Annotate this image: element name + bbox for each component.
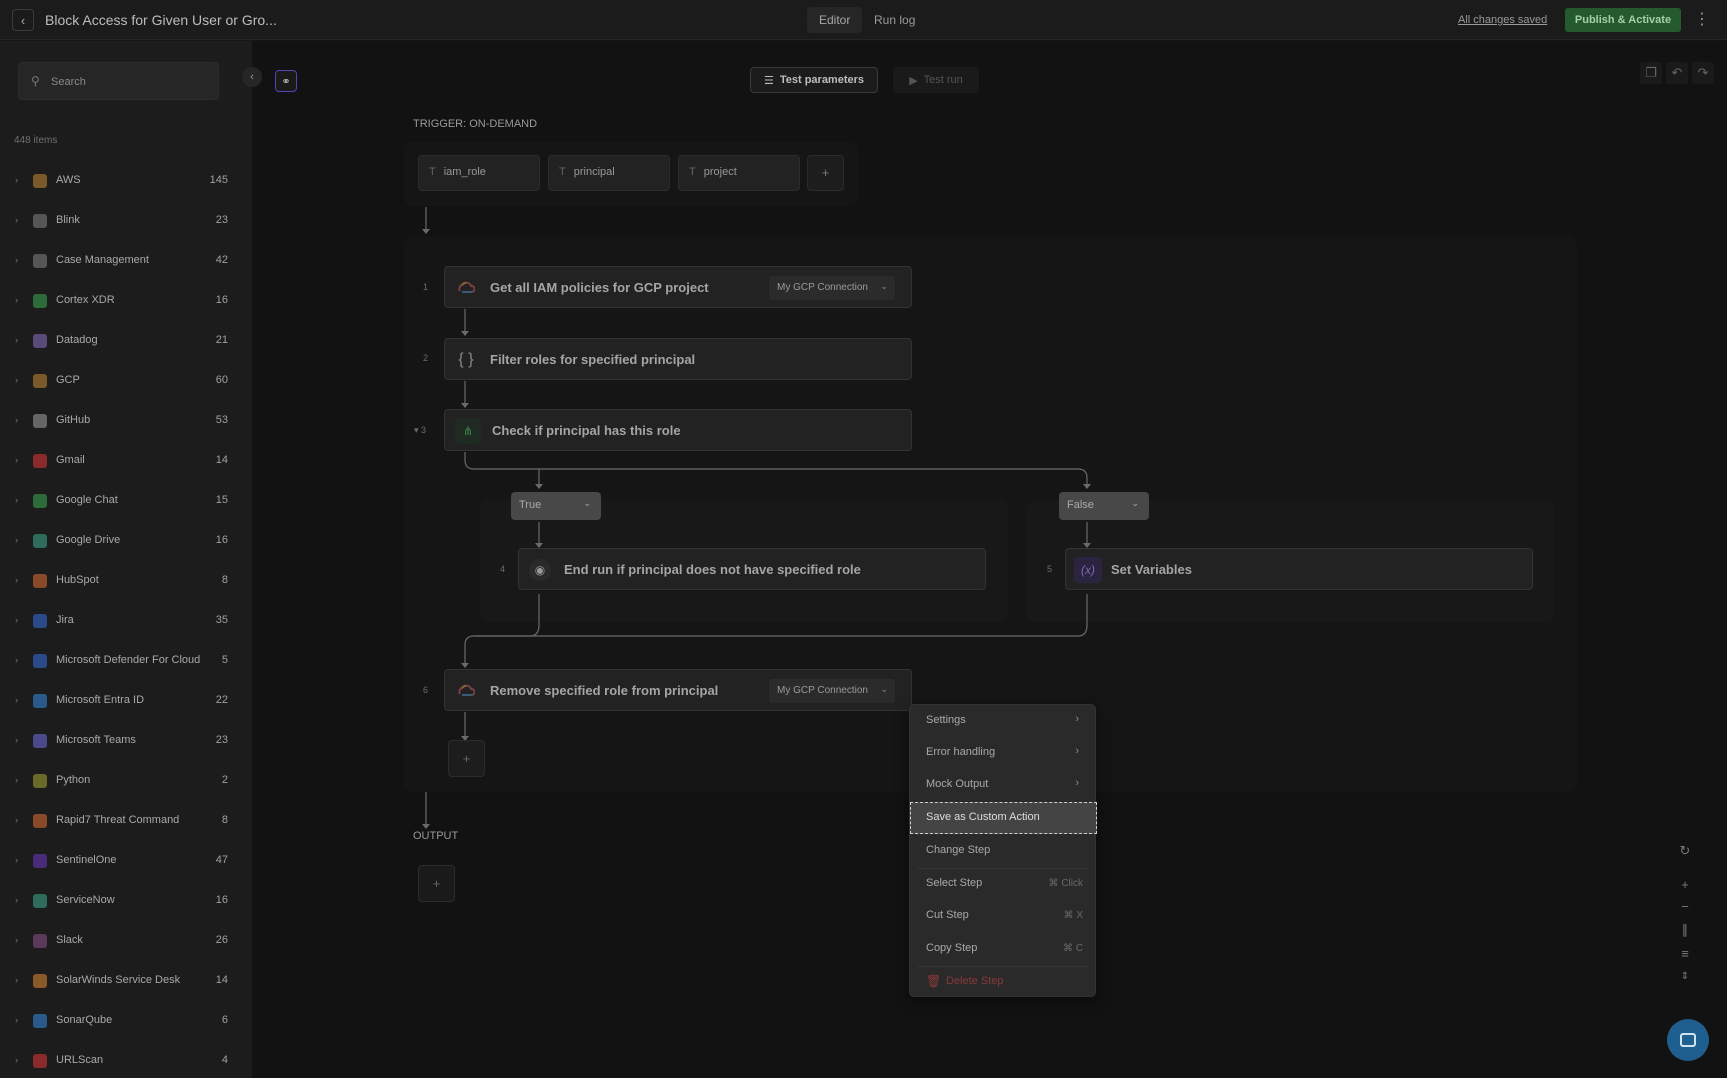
chevron-right-icon: › [1075, 745, 1079, 757]
branch-true-select[interactable]: True ⌄ [511, 492, 601, 520]
menu-change-step[interactable]: Change Step [910, 835, 1097, 867]
chevron-down-icon: ⌄ [583, 498, 591, 508]
step-number: 1 [423, 282, 429, 292]
menu-label: Cut Step [926, 909, 969, 921]
collapse-sidebar-icon[interactable]: ‹ [242, 67, 262, 87]
step-check-principal-role[interactable]: ⋔ Check if principal has this role [444, 409, 912, 451]
menu-error-handling[interactable]: Error handling › [910, 737, 1097, 769]
connection-label: My GCP Connection [777, 282, 868, 293]
step-filter-roles[interactable]: { } Filter roles for specified principal [444, 338, 912, 380]
step-number: 6 [423, 685, 429, 695]
branch-icon: ⋔ [455, 418, 481, 444]
chat-icon [1680, 1033, 1696, 1047]
branch-label: True [519, 499, 542, 511]
chevron-right-icon: › [1075, 777, 1079, 789]
step-number[interactable]: ▾ 3 [414, 425, 426, 436]
step-number: 4 [500, 564, 506, 574]
chevron-down-icon: ⌄ [1131, 498, 1139, 508]
zoom-out-icon[interactable]: − [1672, 896, 1698, 918]
gcp-icon [455, 680, 477, 702]
menu-cut-step[interactable]: Cut Step ⌘ X [910, 900, 1097, 932]
trash-icon: 🗑 [926, 974, 942, 988]
menu-mock-output[interactable]: Mock Output › [910, 769, 1097, 801]
stop-circle-icon: ◉ [529, 559, 551, 581]
shortcut-hint: ⌘ X [1063, 910, 1083, 921]
step-end-run[interactable]: ◉ End run if principal does not have spe… [518, 548, 986, 590]
step-title: Get all IAM policies for GCP project [490, 280, 709, 295]
step-title: Check if principal has this role [492, 423, 681, 438]
fit-height-icon[interactable]: ≡ [1672, 943, 1698, 965]
chevron-right-icon: › [1075, 713, 1079, 725]
braces-icon: { } [458, 351, 474, 368]
menu-label: Copy Step [926, 942, 978, 954]
chat-support-button[interactable] [1667, 1019, 1709, 1061]
step-number: 2 [423, 353, 429, 363]
add-step-button[interactable]: + [448, 740, 485, 777]
add-output-button[interactable]: + [418, 865, 455, 902]
menu-label: Delete Step [946, 975, 1004, 987]
shortcut-hint: ⌘ C [1063, 943, 1083, 954]
gcp-icon [455, 277, 477, 299]
menu-copy-step[interactable]: Copy Step ⌘ C [910, 933, 1097, 965]
step-get-iam-policies[interactable]: Get all IAM policies for GCP project My … [444, 266, 912, 308]
zoom-in-icon[interactable]: + [1672, 874, 1698, 896]
connector-lines [422, 207, 1091, 829]
chevron-down-icon: ⌄ [880, 684, 888, 694]
menu-select-step[interactable]: Select Step ⌘ Click [910, 868, 1097, 900]
step-set-variables[interactable]: (x) Set Variables [1065, 548, 1533, 590]
menu-label: Settings [926, 714, 966, 726]
menu-save-custom-action[interactable]: Save as Custom Action [910, 802, 1097, 834]
reset-view-icon[interactable]: ↻ [1672, 840, 1698, 862]
chevron-down-icon: ⌄ [880, 281, 888, 291]
step-remove-role[interactable]: Remove specified role from principal My … [444, 669, 912, 711]
step-title: Set Variables [1111, 562, 1192, 577]
variable-icon: (x) [1074, 557, 1102, 583]
connection-select[interactable]: My GCP Connection ⌄ [769, 679, 895, 703]
step-context-menu: Settings › Error handling › Mock Output › S… [909, 704, 1097, 998]
step-title: End run if principal does not have speci… [564, 562, 861, 577]
expand-collapse-icon[interactable]: ⇕ [1672, 966, 1698, 988]
menu-label: Save as Custom Action [926, 811, 1040, 823]
menu-label: Error handling [926, 746, 996, 758]
menu-delete-step[interactable]: 🗑 Delete Step [910, 966, 1097, 998]
step-number: 5 [1047, 564, 1053, 574]
shortcut-hint: ⌘ Click [1048, 878, 1083, 889]
fit-width-icon[interactable]: ∥ [1672, 919, 1698, 941]
step-title: Remove specified role from principal [490, 683, 719, 698]
menu-settings[interactable]: Settings › [910, 705, 1097, 737]
menu-label: Change Step [926, 844, 991, 856]
branch-label: False [1067, 499, 1094, 511]
branch-false-select[interactable]: False ⌄ [1059, 492, 1149, 520]
connection-select[interactable]: My GCP Connection ⌄ [769, 276, 895, 300]
step-title: Filter roles for specified principal [490, 352, 696, 367]
menu-label: Select Step [926, 877, 983, 889]
menu-label: Mock Output [926, 778, 989, 790]
output-label: OUTPUT [413, 830, 459, 842]
connection-label: My GCP Connection [777, 685, 868, 696]
